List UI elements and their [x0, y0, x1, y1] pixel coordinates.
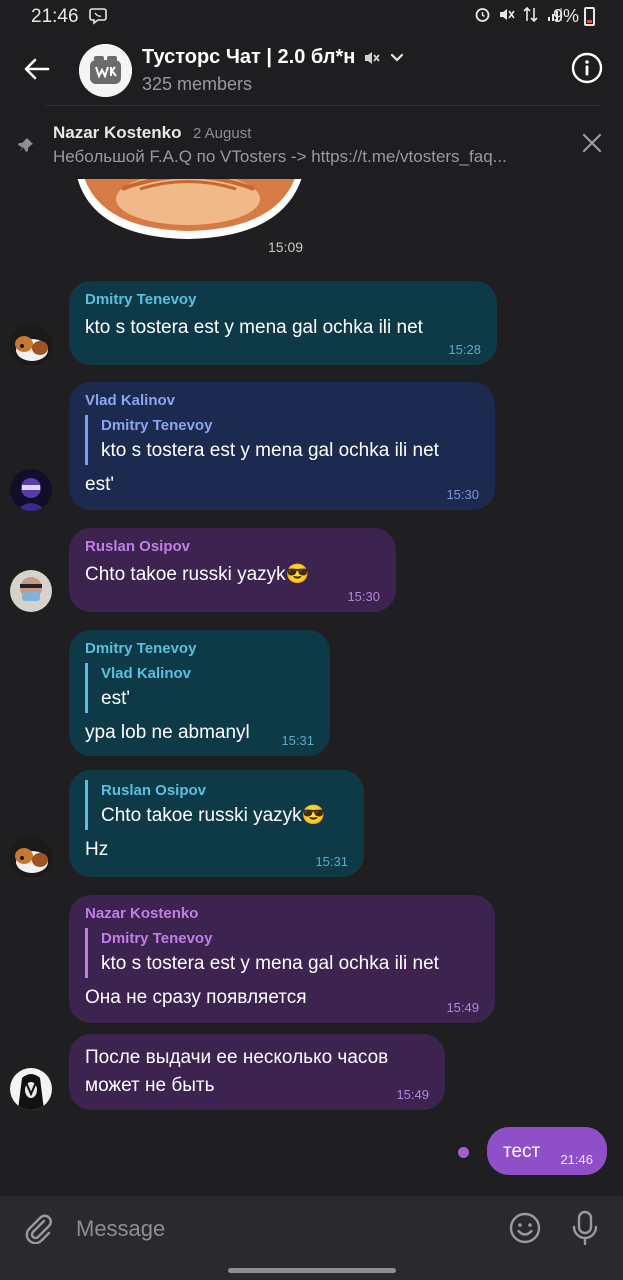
unread-indicator: [458, 1147, 469, 1158]
guinea-pig-avatar-icon: [10, 836, 52, 878]
message-author[interactable]: Nazar Kostenko: [85, 905, 479, 922]
reply-quote[interactable]: Dmitry Tenevoy kto s tostera est y mena …: [85, 415, 479, 465]
emoji-icon[interactable]: [509, 1212, 541, 1244]
message-list[interactable]: 15:09 Dmitry Tenevoy kto s tostera est y…: [0, 179, 623, 1195]
message-author[interactable]: Vlad Kalinov: [85, 392, 479, 409]
info-icon[interactable]: [571, 52, 603, 84]
reply-quote[interactable]: Ruslan Osipov Chto takoe russki yazyk😎: [85, 780, 348, 830]
message-bubble[interactable]: Dmitry Tenevoy kto s tostera est y mena …: [69, 281, 497, 365]
status-icons: [474, 6, 563, 23]
nazar-avatar-icon: [10, 1068, 52, 1110]
message-text: est': [85, 474, 114, 495]
message-time: 15:49: [396, 1087, 429, 1102]
message-text: Hz: [85, 839, 109, 860]
quote-text: Chto takoe russki yazyk😎: [101, 805, 326, 826]
message-author[interactable]: Ruslan Osipov: [85, 538, 380, 555]
message-bubble[interactable]: Dmitry Tenevoy Vlad Kalinov est' ypa lob…: [69, 630, 330, 756]
message-bubble[interactable]: Ruslan Osipov Chto takoe russki yazyk😎 1…: [69, 528, 396, 612]
reply-quote[interactable]: Dmitry Tenevoy kto s tostera est y mena …: [85, 928, 479, 978]
message-author[interactable]: Dmitry Tenevoy: [85, 640, 314, 657]
quote-text: kto s tostera est y mena gal ochka ili n…: [101, 953, 439, 974]
paperclip-icon[interactable]: [22, 1212, 54, 1244]
microphone-icon[interactable]: [571, 1210, 599, 1246]
avatar-vlad[interactable]: [10, 469, 52, 511]
pinned-message[interactable]: Nazar Kostenko 2 August Небольшой F.A.Q …: [0, 106, 623, 179]
message-text: Chto takoe russki yazyk😎: [85, 564, 310, 585]
message-bubble[interactable]: После выдачи ее несколько часов может не…: [69, 1034, 445, 1110]
mute-icon: [500, 9, 515, 20]
message-text-line-2: может не быть: [85, 1075, 215, 1096]
status-time: 21:46: [31, 6, 79, 27]
guinea-pig-avatar-icon: [10, 324, 52, 366]
pinned-text: Небольшой F.A.Q по VTosters -> https://t…: [53, 147, 507, 166]
pin-icon: [18, 138, 33, 152]
message-time: 15:30: [446, 487, 479, 502]
quote-author: Ruslan Osipov: [101, 782, 207, 799]
message-composer: [0, 1196, 623, 1262]
member-count: 325 members: [142, 74, 253, 94]
vk-toaster-logo-icon: [79, 44, 132, 97]
avatar-ruslan[interactable]: [10, 570, 52, 612]
chat-title-row[interactable]: Тусторс Чат | 2.0 бл*н: [142, 46, 405, 69]
chat-header: Тусторс Чат | 2.0 бл*н 325 members: [0, 34, 623, 106]
reply-quote[interactable]: Vlad Kalinov est': [85, 663, 314, 713]
muted-icon: [365, 51, 381, 64]
battery-percent: 9%: [552, 6, 579, 26]
data-icon: [523, 6, 538, 23]
back-arrow-icon[interactable]: [20, 52, 54, 86]
quote-text: est': [101, 688, 130, 709]
message-time: 15:49: [446, 1000, 479, 1015]
home-indicator[interactable]: [228, 1268, 396, 1273]
avatar-guinea-pig[interactable]: [10, 836, 52, 878]
message-bubble[interactable]: Ruslan Osipov Chto takoe russki yazyk😎 H…: [69, 770, 364, 877]
message-text: ypa lob ne abmanyl: [85, 722, 250, 743]
quote-author: Vlad Kalinov: [101, 665, 192, 682]
message-text-line-1: После выдачи ее несколько часов: [85, 1047, 389, 1068]
message-input[interactable]: [76, 1214, 476, 1244]
close-icon[interactable]: [582, 133, 602, 153]
pinned-author: Nazar Kostenko: [53, 123, 182, 142]
message-bubble[interactable]: Vlad Kalinov Dmitry Tenevoy kto s toster…: [69, 382, 495, 510]
vlad-avatar-icon: [10, 469, 52, 511]
message-author[interactable]: Dmitry Tenevoy: [85, 291, 481, 308]
ruslan-avatar-icon: [10, 570, 52, 612]
viber-icon: [89, 8, 107, 25]
quote-author: Dmitry Tenevoy: [101, 417, 213, 434]
alarm-icon: [475, 8, 490, 22]
status-bar: 21:46 9%: [0, 0, 623, 34]
message-bubble[interactable]: Nazar Kostenko Dmitry Tenevoy kto s tost…: [69, 895, 495, 1023]
avatar-guinea-pig[interactable]: [10, 324, 52, 366]
chat-avatar[interactable]: [79, 44, 132, 97]
message-text: kto s tostera est y mena gal ochka ili n…: [85, 317, 423, 338]
message-time: 15:31: [315, 854, 348, 869]
message-time: 15:31: [281, 733, 314, 748]
message-text: Она не сразу появляется: [85, 987, 307, 1008]
battery-icon: [584, 7, 595, 26]
message-time: 15:30: [347, 589, 380, 604]
quote-author: Dmitry Tenevoy: [101, 930, 213, 947]
chat-title: Тусторс Чат | 2.0 бл*н: [142, 46, 356, 68]
chevron-down-icon[interactable]: [389, 50, 405, 66]
message-time: 21:46: [560, 1152, 593, 1167]
avatar-nazar[interactable]: [10, 1068, 52, 1110]
quote-text: kto s tostera est y mena gal ochka ili n…: [101, 440, 439, 461]
pinned-date: 2 August: [193, 125, 252, 142]
sticker-time: 15:09: [268, 239, 304, 255]
message-time: 15:28: [448, 342, 481, 357]
outgoing-message-bubble[interactable]: тест 21:46: [487, 1127, 607, 1175]
